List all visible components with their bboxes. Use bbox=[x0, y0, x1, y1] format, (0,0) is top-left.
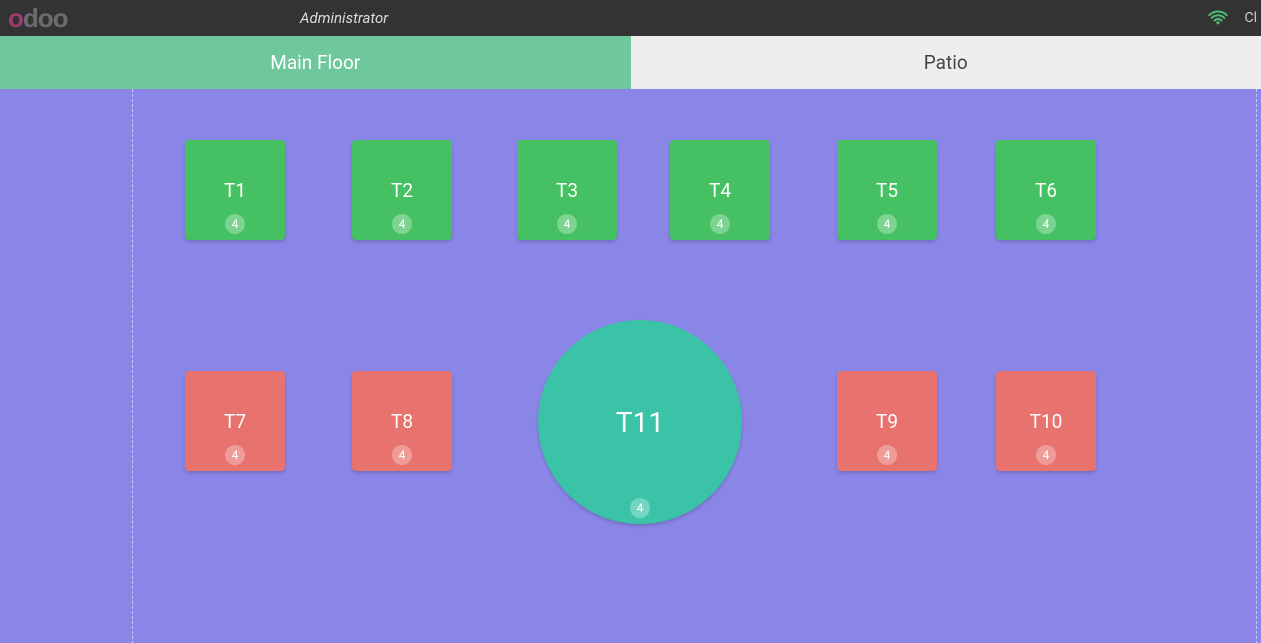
table-label: T7 bbox=[224, 410, 246, 433]
seats-badge: 4 bbox=[557, 214, 577, 234]
seats-badge: 4 bbox=[1036, 214, 1056, 234]
table-t9[interactable]: T9 4 bbox=[837, 371, 937, 471]
table-t4[interactable]: T4 4 bbox=[670, 140, 770, 240]
floor-tabs: Main Floor Patio bbox=[0, 36, 1261, 89]
table-label: T1 bbox=[224, 179, 246, 202]
table-label: T10 bbox=[1030, 410, 1063, 433]
table-t7[interactable]: T7 4 bbox=[185, 371, 285, 471]
wifi-icon bbox=[1208, 10, 1228, 26]
table-t8[interactable]: T8 4 bbox=[352, 371, 452, 471]
seats-badge: 4 bbox=[392, 214, 412, 234]
brand-logo: odoo bbox=[8, 3, 68, 34]
topbar-right: Cl bbox=[1208, 0, 1261, 36]
floor-tab-main-floor[interactable]: Main Floor bbox=[0, 36, 631, 89]
table-label: T4 bbox=[709, 179, 731, 202]
table-label: T11 bbox=[616, 406, 664, 439]
table-t3[interactable]: T3 4 bbox=[517, 140, 617, 240]
seats-badge: 4 bbox=[1036, 445, 1056, 465]
table-label: T2 bbox=[391, 179, 413, 202]
table-t1[interactable]: T1 4 bbox=[185, 140, 285, 240]
seats-badge: 4 bbox=[225, 445, 245, 465]
seats-badge: 4 bbox=[877, 445, 897, 465]
table-t5[interactable]: T5 4 bbox=[837, 140, 937, 240]
username-button[interactable]: Administrator bbox=[300, 0, 388, 36]
seats-badge: 4 bbox=[225, 214, 245, 234]
table-t6[interactable]: T6 4 bbox=[996, 140, 1096, 240]
close-button[interactable]: Cl bbox=[1244, 10, 1257, 26]
table-t11[interactable]: T11 4 bbox=[538, 320, 742, 524]
seats-badge: 4 bbox=[392, 445, 412, 465]
seats-badge: 4 bbox=[630, 498, 650, 518]
table-label: T8 bbox=[391, 410, 413, 433]
seats-badge: 4 bbox=[710, 214, 730, 234]
floor-tab-label: Patio bbox=[924, 51, 968, 74]
table-t10[interactable]: T10 4 bbox=[996, 371, 1096, 471]
table-label: T6 bbox=[1035, 179, 1057, 202]
table-label: T3 bbox=[556, 179, 578, 202]
pos-topbar: odoo Administrator Cl bbox=[0, 0, 1261, 36]
table-label: T9 bbox=[876, 410, 898, 433]
seats-badge: 4 bbox=[877, 214, 897, 234]
floor-tab-label: Main Floor bbox=[270, 51, 360, 74]
floor-map[interactable]: T1 4 T2 4 T3 4 T4 4 T5 4 T6 4 T7 4 T8 4 T9 4 T10 4 T11 4 bbox=[0, 89, 1261, 643]
floor-tab-patio[interactable]: Patio bbox=[631, 36, 1261, 89]
table-label: T5 bbox=[876, 179, 898, 202]
table-t2[interactable]: T2 4 bbox=[352, 140, 452, 240]
